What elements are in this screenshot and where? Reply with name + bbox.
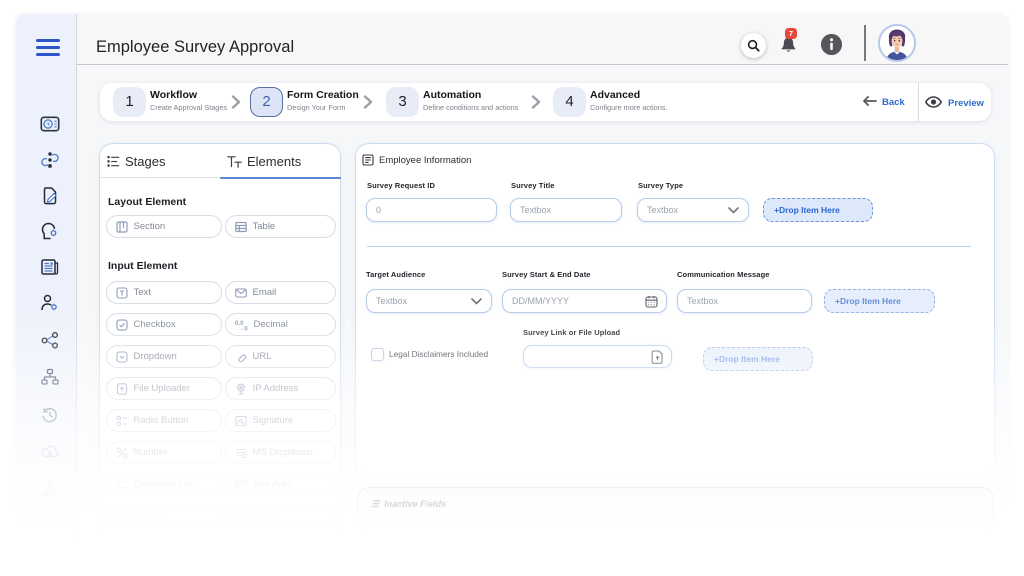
svg-text:→0: →0 xyxy=(238,325,248,330)
